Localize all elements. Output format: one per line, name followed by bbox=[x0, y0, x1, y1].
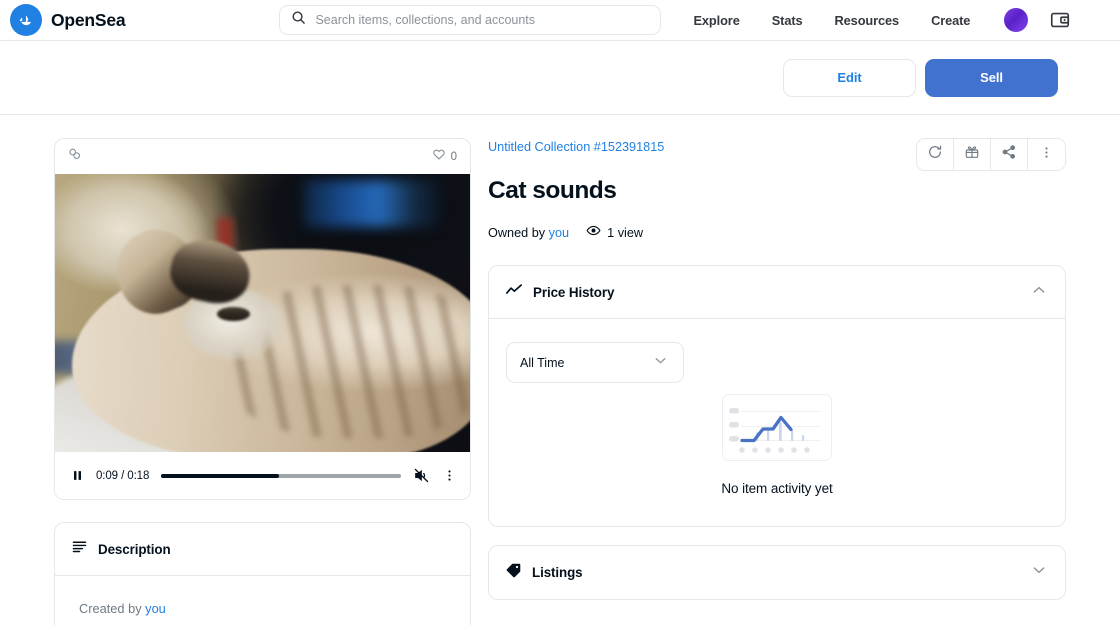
left-column: 0 0:09 / 0:18 Description Created by you bbox=[54, 138, 471, 625]
line-chart-icon bbox=[505, 281, 523, 304]
created-by-prefix: Created by bbox=[79, 601, 142, 616]
main-nav: Explore Stats Resources Create bbox=[677, 7, 986, 34]
brand-logo[interactable]: OpenSea bbox=[10, 4, 126, 36]
time-range-select[interactable]: All Time bbox=[506, 342, 684, 383]
video-progress-bar[interactable] bbox=[161, 473, 401, 478]
opensea-boat-logo-icon bbox=[10, 4, 42, 36]
profile-avatar[interactable] bbox=[1004, 8, 1029, 32]
price-history-empty-state: No item activity yet bbox=[489, 383, 1065, 526]
view-count: 1 view bbox=[607, 226, 644, 240]
owned-by-prefix: Owned by bbox=[488, 226, 546, 240]
wallet-icon[interactable] bbox=[1049, 9, 1071, 31]
description-card: Description Created by you bbox=[54, 522, 471, 625]
created-by-line: Created by you bbox=[79, 601, 470, 616]
share-icon bbox=[1001, 144, 1017, 165]
video-progress-fill bbox=[161, 473, 279, 478]
gift-button[interactable] bbox=[954, 139, 991, 170]
like-count: 0 bbox=[450, 150, 457, 163]
brand-name: OpenSea bbox=[51, 9, 126, 30]
description-section-header[interactable]: Description bbox=[55, 523, 470, 576]
description-body: Created by you bbox=[55, 576, 470, 625]
time-range-value: All Time bbox=[520, 355, 565, 370]
description-title: Description bbox=[98, 541, 171, 557]
nav-stats[interactable]: Stats bbox=[756, 7, 819, 34]
created-by-link[interactable]: you bbox=[145, 601, 166, 616]
like-group[interactable]: 0 bbox=[432, 147, 457, 166]
search-bar[interactable] bbox=[279, 5, 662, 35]
media-card-header: 0 bbox=[55, 139, 470, 174]
page-body: 0 0:09 / 0:18 Description Created by you… bbox=[0, 138, 1120, 625]
breadcrumb-collection-link[interactable]: Untitled Collection #152391815 bbox=[488, 140, 664, 154]
description-lines-icon bbox=[71, 538, 88, 560]
refresh-metadata-button[interactable] bbox=[917, 139, 954, 170]
app-header: OpenSea Explore Stats Resources Create bbox=[0, 0, 1120, 41]
media-card: 0 0:09 / 0:18 bbox=[54, 138, 471, 500]
price-history-card: Price History All Time No item activity … bbox=[488, 265, 1066, 527]
header-right-actions bbox=[1004, 8, 1071, 32]
video-more-options-icon[interactable] bbox=[442, 468, 457, 483]
gift-icon bbox=[964, 144, 980, 165]
heart-icon[interactable] bbox=[432, 147, 446, 166]
more-options-button[interactable] bbox=[1028, 139, 1065, 170]
price-history-empty-text: No item activity yet bbox=[721, 481, 833, 496]
nav-create[interactable]: Create bbox=[915, 7, 986, 34]
item-action-bar: Edit Sell bbox=[0, 41, 1120, 115]
nav-resources[interactable]: Resources bbox=[819, 7, 916, 34]
item-header: Untitled Collection #152391815 Cat sound… bbox=[488, 138, 1066, 243]
media-detail-tv bbox=[304, 179, 441, 227]
refresh-icon bbox=[927, 144, 943, 165]
item-tools bbox=[916, 138, 1066, 171]
line-chart-placeholder-icon bbox=[722, 394, 832, 461]
page-title: Cat sounds bbox=[488, 177, 617, 204]
view-count-group: 1 view bbox=[586, 223, 643, 243]
video-controls: 0:09 / 0:18 bbox=[55, 452, 470, 499]
edit-button[interactable]: Edit bbox=[783, 58, 916, 97]
pause-icon[interactable] bbox=[71, 469, 84, 482]
item-media-video[interactable] bbox=[55, 174, 470, 452]
item-header-text: Untitled Collection #152391815 Cat sound… bbox=[488, 138, 664, 243]
item-meta-row: Owned by you 1 view bbox=[488, 223, 664, 243]
kebab-menu-icon bbox=[1039, 145, 1054, 165]
search-input[interactable] bbox=[315, 13, 650, 27]
chevron-down-icon bbox=[653, 353, 668, 373]
nav-explore[interactable]: Explore bbox=[677, 7, 755, 34]
video-time: 0:09 / 0:18 bbox=[96, 469, 150, 482]
owner-line: Owned by you bbox=[488, 226, 569, 240]
listings-section-header[interactable]: Listings bbox=[489, 546, 1065, 599]
chain-link-icon[interactable] bbox=[67, 146, 83, 167]
listings-title: Listings bbox=[532, 565, 583, 580]
sell-button[interactable]: Sell bbox=[925, 58, 1058, 97]
chevron-up-icon[interactable] bbox=[1031, 282, 1047, 303]
volume-muted-icon[interactable] bbox=[413, 467, 430, 484]
eye-icon bbox=[586, 223, 601, 243]
price-history-section-header[interactable]: Price History bbox=[489, 266, 1065, 319]
listings-card: Listings bbox=[488, 545, 1066, 600]
share-button[interactable] bbox=[991, 139, 1028, 170]
owner-link[interactable]: you bbox=[549, 226, 569, 240]
price-tag-icon bbox=[505, 562, 522, 584]
price-history-body: All Time No item activity yet bbox=[489, 342, 1065, 526]
search-icon bbox=[291, 10, 306, 30]
right-column: Untitled Collection #152391815 Cat sound… bbox=[488, 138, 1066, 625]
price-history-title: Price History bbox=[533, 284, 615, 300]
chevron-down-icon[interactable] bbox=[1031, 562, 1047, 583]
